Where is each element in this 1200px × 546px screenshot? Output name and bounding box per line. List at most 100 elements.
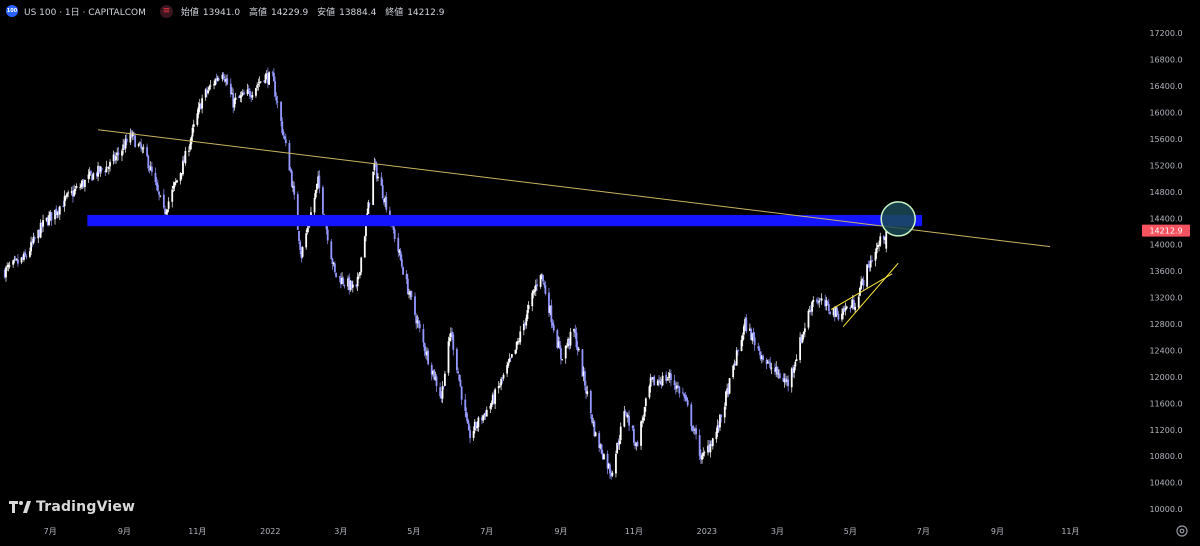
candle-body <box>63 196 66 207</box>
high-label: 高値 <box>248 7 267 18</box>
candle <box>226 74 229 86</box>
candle-body <box>335 272 337 277</box>
candle <box>359 271 361 279</box>
candle-body <box>752 332 755 338</box>
settings-gear-icon[interactable] <box>1175 524 1189 538</box>
candle <box>558 336 561 349</box>
candle <box>869 255 872 272</box>
candle-body <box>196 113 199 125</box>
candle-body <box>229 83 232 94</box>
price-chart[interactable]: 10000.0 10400.0 10800.0 11200.0 11600.0 12000… <box>0 0 1200 542</box>
candle <box>539 274 542 289</box>
price-tick-label: 14000.0 <box>1149 241 1182 250</box>
candle <box>399 248 402 262</box>
candle <box>762 354 764 362</box>
candle-body <box>357 275 360 277</box>
candle-body <box>414 296 416 315</box>
candle <box>293 181 296 200</box>
candle <box>140 138 143 152</box>
candle-body <box>439 387 442 397</box>
candle-body <box>66 193 68 197</box>
time-axis[interactable]: 7月 9月 11月 2022 3月 5月 7月 9月 11月 2023 3月 5月 7月 9月 11月 <box>44 527 1080 536</box>
candle-body <box>544 285 547 294</box>
symbol-legend: 100 US 100 · 1日 · CAPITALCOM ≡ 始値 13941.0… <box>6 4 450 18</box>
candle-body <box>836 308 839 315</box>
last-price-label: 14212.9 <box>1149 227 1182 236</box>
candle-body <box>24 252 27 256</box>
candle-body <box>879 236 882 246</box>
candle <box>444 370 446 386</box>
candle-body <box>275 96 278 101</box>
candle <box>732 365 735 380</box>
candle <box>455 347 458 374</box>
price-tick-label: 12400.0 <box>1149 346 1182 355</box>
candle-body <box>550 305 553 323</box>
candle-body <box>678 386 681 394</box>
candle-body <box>330 241 333 260</box>
candle <box>397 232 400 258</box>
candle-body <box>464 399 467 411</box>
candle-body <box>268 72 270 85</box>
candle-body <box>766 362 769 364</box>
candle <box>305 229 308 250</box>
candle-body <box>459 379 462 387</box>
candle <box>435 373 438 392</box>
symbol-logo-icon[interactable]: 100 <box>6 5 18 17</box>
candle-body <box>509 357 512 359</box>
candle-body <box>298 230 300 241</box>
price-tick-label: 13200.0 <box>1149 294 1182 303</box>
candle <box>107 165 110 175</box>
candle <box>482 414 485 424</box>
candle <box>105 160 108 173</box>
candle <box>661 372 664 387</box>
candle-body <box>147 155 150 169</box>
candle-body <box>815 299 818 302</box>
candle-body <box>234 97 237 100</box>
candle-body <box>280 101 282 121</box>
candle <box>92 172 95 181</box>
candle <box>222 72 225 81</box>
candle <box>825 296 828 311</box>
candle-body <box>209 85 212 87</box>
price-axis[interactable]: 10000.0 10400.0 10800.0 11200.0 11600.0 12000… <box>1142 29 1190 514</box>
candle-body <box>360 257 363 273</box>
candle-body <box>701 455 703 460</box>
candle <box>121 148 123 161</box>
candle-body <box>485 409 488 417</box>
candle-body <box>552 324 555 331</box>
candle <box>787 375 790 392</box>
candle <box>879 232 882 247</box>
candle-body <box>500 379 503 386</box>
candle-body <box>624 411 627 413</box>
symbol-title[interactable]: US 100 · 1日 · CAPITALCOM <box>24 5 146 18</box>
candle <box>485 406 488 417</box>
candle <box>836 305 839 316</box>
candle-body <box>368 203 371 205</box>
chart-area[interactable]: 10000.0 10400.0 10800.0 11200.0 11600.0 12000… <box>0 0 1200 542</box>
candle-body <box>137 143 140 147</box>
watermark-text: TradingView <box>36 499 136 515</box>
candle <box>134 133 137 148</box>
candle-body <box>575 332 578 348</box>
candle-body <box>402 267 404 275</box>
candle-body <box>769 362 772 368</box>
candle-body <box>351 284 354 288</box>
candle <box>552 320 555 333</box>
candle-body <box>154 172 157 183</box>
candle-body <box>150 166 153 172</box>
open-value: 13941.0 <box>202 7 241 18</box>
candle-body <box>866 264 868 287</box>
candle-body <box>188 150 190 152</box>
candle-body <box>274 81 276 97</box>
candle-body <box>184 150 187 164</box>
candle-body <box>272 72 275 82</box>
candle-body <box>217 79 220 80</box>
candle <box>229 78 232 98</box>
price-tick-label: 17200.0 <box>1149 29 1182 38</box>
candle-body <box>862 279 865 286</box>
candle <box>795 354 798 362</box>
candle <box>522 320 525 336</box>
candle-body <box>869 260 872 268</box>
price-tick-label: 14400.0 <box>1149 214 1182 223</box>
candle <box>414 292 416 317</box>
